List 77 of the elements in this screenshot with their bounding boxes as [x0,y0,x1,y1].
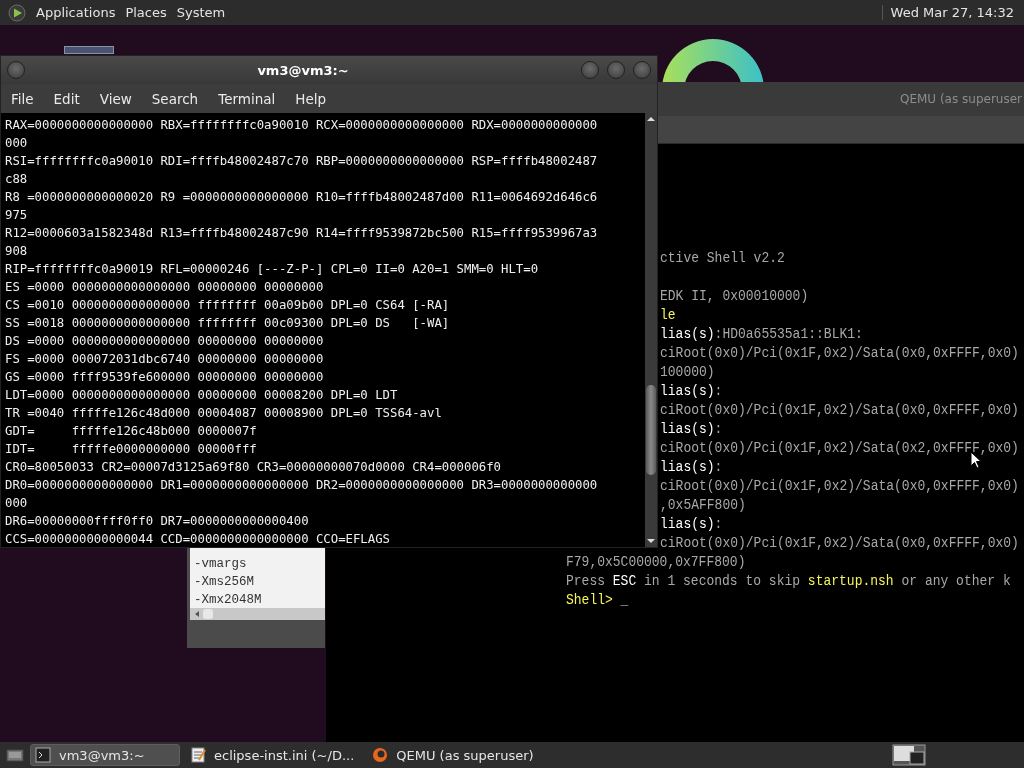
console-line: lias(s): [660,513,723,535]
console-line: lias(s): [660,380,723,402]
taskbar-button[interactable]: eclipse-inst.ini (~/D... [186,744,363,766]
terminal-line: FS =0000 000072031dbc6740 00000000 00000000 [5,351,325,368]
console-line: ciRoot(0x0)/Pci(0x1F,0x2)/Sata(0x0,0xFFFF,0x0) [660,475,1019,497]
show-desktop-icon[interactable] [6,747,24,763]
text-line: -Xms256M [194,574,255,591]
vertical-scrollbar[interactable] [645,113,657,547]
terminal-line: 908 [5,243,29,260]
terminal-line: 975 [5,207,29,224]
menu-item[interactable]: Search [151,90,199,107]
console-line: le [660,304,676,326]
terminal-line: RSI=ffffffffc0a90010 RDI=ffffb48002487c70 RBP=0000000000000000 RSP=ffffb48002487 [5,153,599,170]
menu-item[interactable]: Help [295,90,327,107]
taskbar-button[interactable]: QEMU (as superuser) [368,744,542,766]
console-line: F79,0x5C00000,0x7FF800) [566,551,746,573]
terminal-line: 000 [5,135,29,152]
horizontal-scrollbar[interactable] [190,608,325,620]
window-title: vm3@vm3:~ [256,62,350,78]
terminal-line: R8 =0000000000000020 R9 =0000000000000000 R10=ffffb48002487d00 R11=0064692d646c6 [5,189,599,206]
text-line: -vmargs [194,556,248,573]
console-line: lias(s): [660,418,723,440]
terminal-line: LDT=0000 0000000000000000 00000000 00008200 DPL=0 LDT [5,387,399,404]
notepad-icon [190,747,206,763]
terminal-line: IDT= fffffe0000000000 00000fff [5,441,258,458]
console-line: ciRoot(0x0)/Pci(0x1F,0x2)/Sata(0x0,0xFFFF,0x0) [660,342,1019,364]
console-line: EDK II, 0x00010000) [660,285,809,307]
app-icon [372,747,389,763]
panel-menu[interactable]: Applications [36,5,116,20]
logo-icon[interactable] [8,3,26,22]
minimize-button[interactable] [581,61,599,79]
terminal-line: DS =0000 0000000000000000 00000000 00000000 [5,333,325,350]
terminal-line: TR =0040 fffffe126c48d000 00004087 00008900 DPL=0 TSS64-avl [5,405,443,422]
terminal-line: RIP=ffffffffc0a90019 RFL=00000246 [---Z-P-] CPL=0 II=0 A20=1 SMM=0 HLT=0 [5,261,540,278]
console-line: ciRoot(0x0)/Pci(0x1F,0x2)/Sata(0x0,0xFFFF,0x0) [660,532,1019,554]
console-line: lias(s):HD0a65535a1::BLK1: [660,323,863,345]
terminal-line: CR0=80050033 CR2=00007d3125a69f80 CR3=00000000070d0000 CR4=000006f0 [5,459,503,476]
console-line: Shell> _ [566,589,629,611]
scroll-down-icon[interactable] [646,537,656,545]
terminal-line: CCS=0000000000000044 CCD=0000000000000000 CCO=EFLAGS [5,531,391,547]
terminal-line: c88 [5,171,29,188]
console-line: ciRoot(0x0)/Pci(0x1F,0x2)/Sata(0x2,0xFFFF,0x0) [660,437,1019,459]
menu-item[interactable]: Edit [53,90,80,107]
desktop-icon[interactable] [64,46,114,54]
close-button[interactable] [633,61,651,79]
console-line: lias(s): [660,456,723,478]
terminal-line: GS =0000 ffff9539fe600000 00000000 00000000 [5,369,325,386]
terminal-line: GDT= fffffe126c48b000 0000007f [5,423,258,440]
console-line: ,0x5AFF800) [660,494,746,516]
console-line: 100000) [660,361,715,383]
workspace-switcher-icon[interactable] [892,744,926,766]
console-line: ciRoot(0x0)/Pci(0x1F,0x2)/Sata(0x0,0xFFFF,0x0) [660,399,1019,421]
terminal-icon [35,747,51,763]
window-menu-button[interactable] [7,61,25,79]
clock[interactable]: Wed Mar 27, 14:32 [881,5,1014,20]
menu-item[interactable]: View [99,90,132,107]
terminal-line: R12=0000603a1582348d R13=ffffb48002487c90 R14=ffff9539872bc500 R15=ffff9539967a3 [5,225,599,242]
panel-menu[interactable]: System [176,5,226,20]
scrollbar-thumb[interactable] [203,609,213,619]
scrollbar-thumb[interactable] [646,385,656,475]
terminal-line: DR6=00000000ffff0ff0 DR7=0000000000000400 [5,513,310,530]
maximize-button[interactable] [607,61,625,79]
taskbar-button[interactable]: vm3@vm3:~ [30,744,180,766]
console-line: Press ESC in 1 seconds to skip startup.nsh or any other k [566,570,1011,592]
terminal-line: SS =0018 0000000000000000 ffffffff 00c09300 DPL=0 DS [-WA] [5,315,451,332]
scroll-left-icon[interactable] [193,610,201,618]
window-title: QEMU (as superuser [899,92,1023,106]
menu-item[interactable]: File [11,90,34,107]
terminal-line: DR0=0000000000000000 DR1=0000000000000000 DR2=0000000000000000 DR3=0000000000000 [5,477,599,494]
terminal-line: CS =0010 0000000000000000 ffffffff 00a09b00 DPL=0 CS64 [-RA] [5,297,451,314]
text-line: -Xmx2048M [194,592,263,609]
menu-item[interactable]: Terminal [218,90,276,107]
terminal-line: 000 [5,495,29,512]
console-line: ctive Shell v2.2 [660,247,785,269]
terminal-line: ES =0000 0000000000000000 00000000 00000000 [5,279,325,296]
panel-menu[interactable]: Places [125,5,167,20]
terminal-line: RAX=0000000000000000 RBX=ffffffffc0a90010 RCX=0000000000000000 RDX=0000000000000 [5,117,599,134]
